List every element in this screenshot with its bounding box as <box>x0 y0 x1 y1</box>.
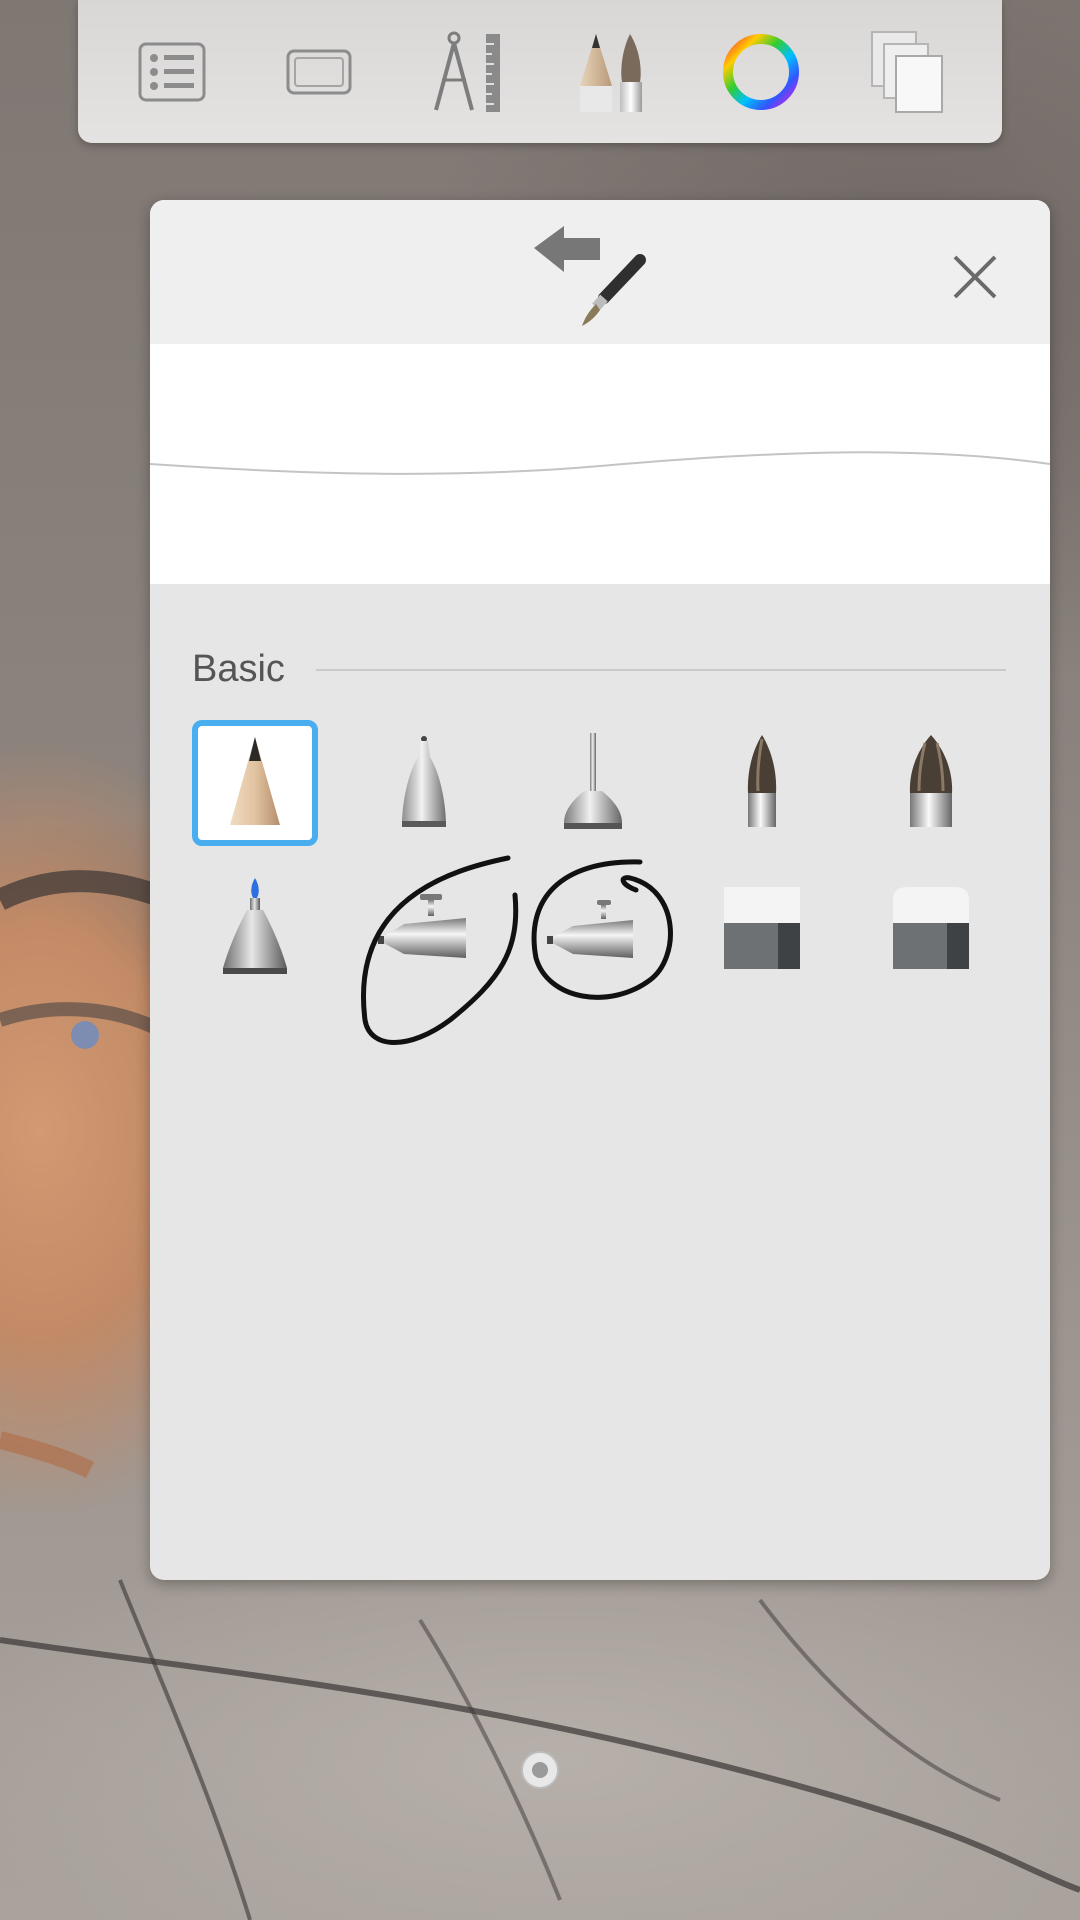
brush-wide-paintbrush[interactable] <box>868 720 994 846</box>
brush-paintbrush[interactable] <box>699 720 825 846</box>
section-title-basic: Basic <box>192 648 285 690</box>
pencil-brush-icon[interactable] <box>559 17 669 127</box>
brush-technical-pen[interactable] <box>530 720 656 846</box>
canvas-frame-icon[interactable] <box>264 17 374 127</box>
brush-hard-eraser[interactable] <box>699 865 825 991</box>
brush-airbrush[interactable] <box>361 865 487 991</box>
compass-ruler-icon[interactable] <box>411 17 521 127</box>
back-brush-icon[interactable] <box>530 220 670 330</box>
brush-soft-eraser[interactable] <box>868 865 994 991</box>
page-indicator[interactable] <box>519 1749 561 1791</box>
brush-library-panel: Basic <box>150 200 1050 1580</box>
list-icon[interactable] <box>117 17 227 127</box>
main-toolbar <box>78 0 1002 143</box>
brush-airbrush-small[interactable] <box>530 865 656 991</box>
close-icon[interactable] <box>940 242 1010 312</box>
section-divider <box>316 669 1006 671</box>
brush-ballpoint-pen[interactable] <box>361 720 487 846</box>
layers-icon[interactable] <box>853 17 963 127</box>
brush-pencil[interactable] <box>192 720 318 846</box>
brush-stroke-preview <box>150 344 1050 584</box>
brush-marker[interactable] <box>192 865 318 991</box>
color-wheel-icon[interactable] <box>706 17 816 127</box>
panel-header <box>150 200 1050 344</box>
